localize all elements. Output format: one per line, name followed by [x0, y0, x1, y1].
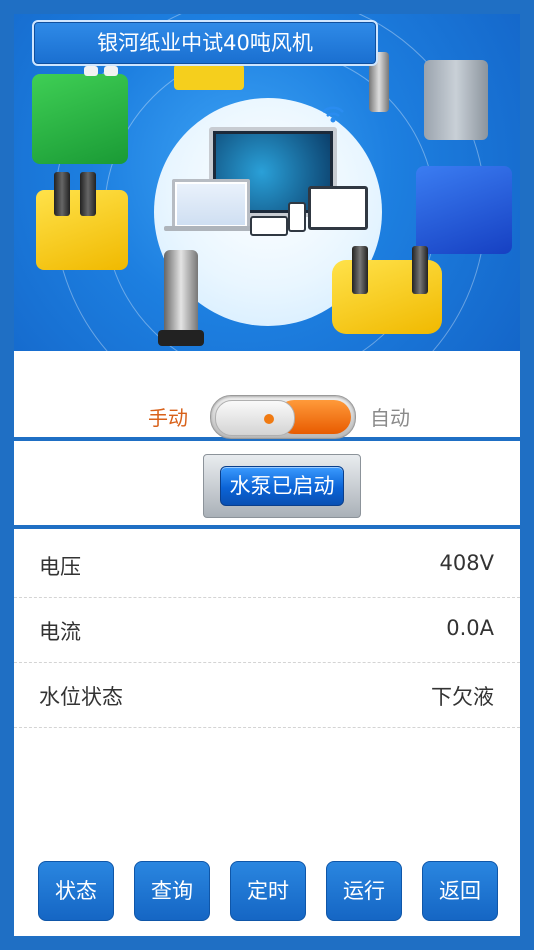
app-frame: 银河纸业中试40吨风机 手动 自动 水泵已启动 电压 408V 电流 0.0A … [14, 14, 520, 936]
yellow-pump-product [332, 246, 442, 334]
wifi-icon [322, 106, 344, 123]
divider [14, 525, 520, 529]
steel-pump-product [158, 250, 204, 346]
list-item: 电压 408V [14, 533, 520, 598]
list-item: 水位状态 下欠液 [14, 663, 520, 728]
voltage-value: 408V [439, 551, 494, 575]
phone-illustration [288, 202, 306, 232]
voltage-label: 电压 [39, 555, 81, 579]
auto-mode-label: 自动 [370, 406, 410, 430]
green-tank-product [32, 66, 128, 164]
pump-status-row: 水泵已启动 [14, 445, 520, 529]
list-item: 电流 0.0A [14, 598, 520, 663]
water-level-label: 水位状态 [39, 685, 123, 709]
current-label: 电流 [39, 620, 81, 644]
mode-toggle[interactable] [210, 395, 356, 439]
banner-image: 银河纸业中试40吨风机 [14, 14, 520, 351]
pump-started-button[interactable]: 水泵已启动 [203, 454, 361, 518]
phone-illustration [250, 216, 288, 236]
tablet-illustration [308, 186, 368, 230]
toggle-indicator-dot [264, 414, 274, 424]
manual-mode-label: 手动 [148, 406, 188, 430]
water-level-value: 下欠液 [431, 685, 494, 709]
query-button[interactable]: 查询 [134, 861, 210, 921]
yellow-tank-product [174, 64, 244, 90]
yellow-pump-product [36, 172, 128, 270]
status-button[interactable]: 状态 [38, 861, 114, 921]
run-button[interactable]: 运行 [326, 861, 402, 921]
back-button[interactable]: 返回 [422, 861, 498, 921]
laptop-illustration [172, 179, 250, 230]
pump-started-label: 水泵已启动 [220, 466, 344, 506]
laptop-base [164, 226, 252, 231]
current-value: 0.0A [446, 616, 494, 640]
blue-tank-product [416, 166, 512, 254]
mode-switch-row: 手动 自动 [14, 351, 520, 441]
banner-title: 银河纸业中试40吨风机 [32, 20, 378, 66]
timer-button[interactable]: 定时 [230, 861, 306, 921]
grey-tank-product [424, 60, 488, 140]
data-list: 电压 408V 电流 0.0A 水位状态 下欠液 状态 查询 定时 运行 返回 [14, 533, 520, 936]
toggle-knob [215, 400, 295, 436]
